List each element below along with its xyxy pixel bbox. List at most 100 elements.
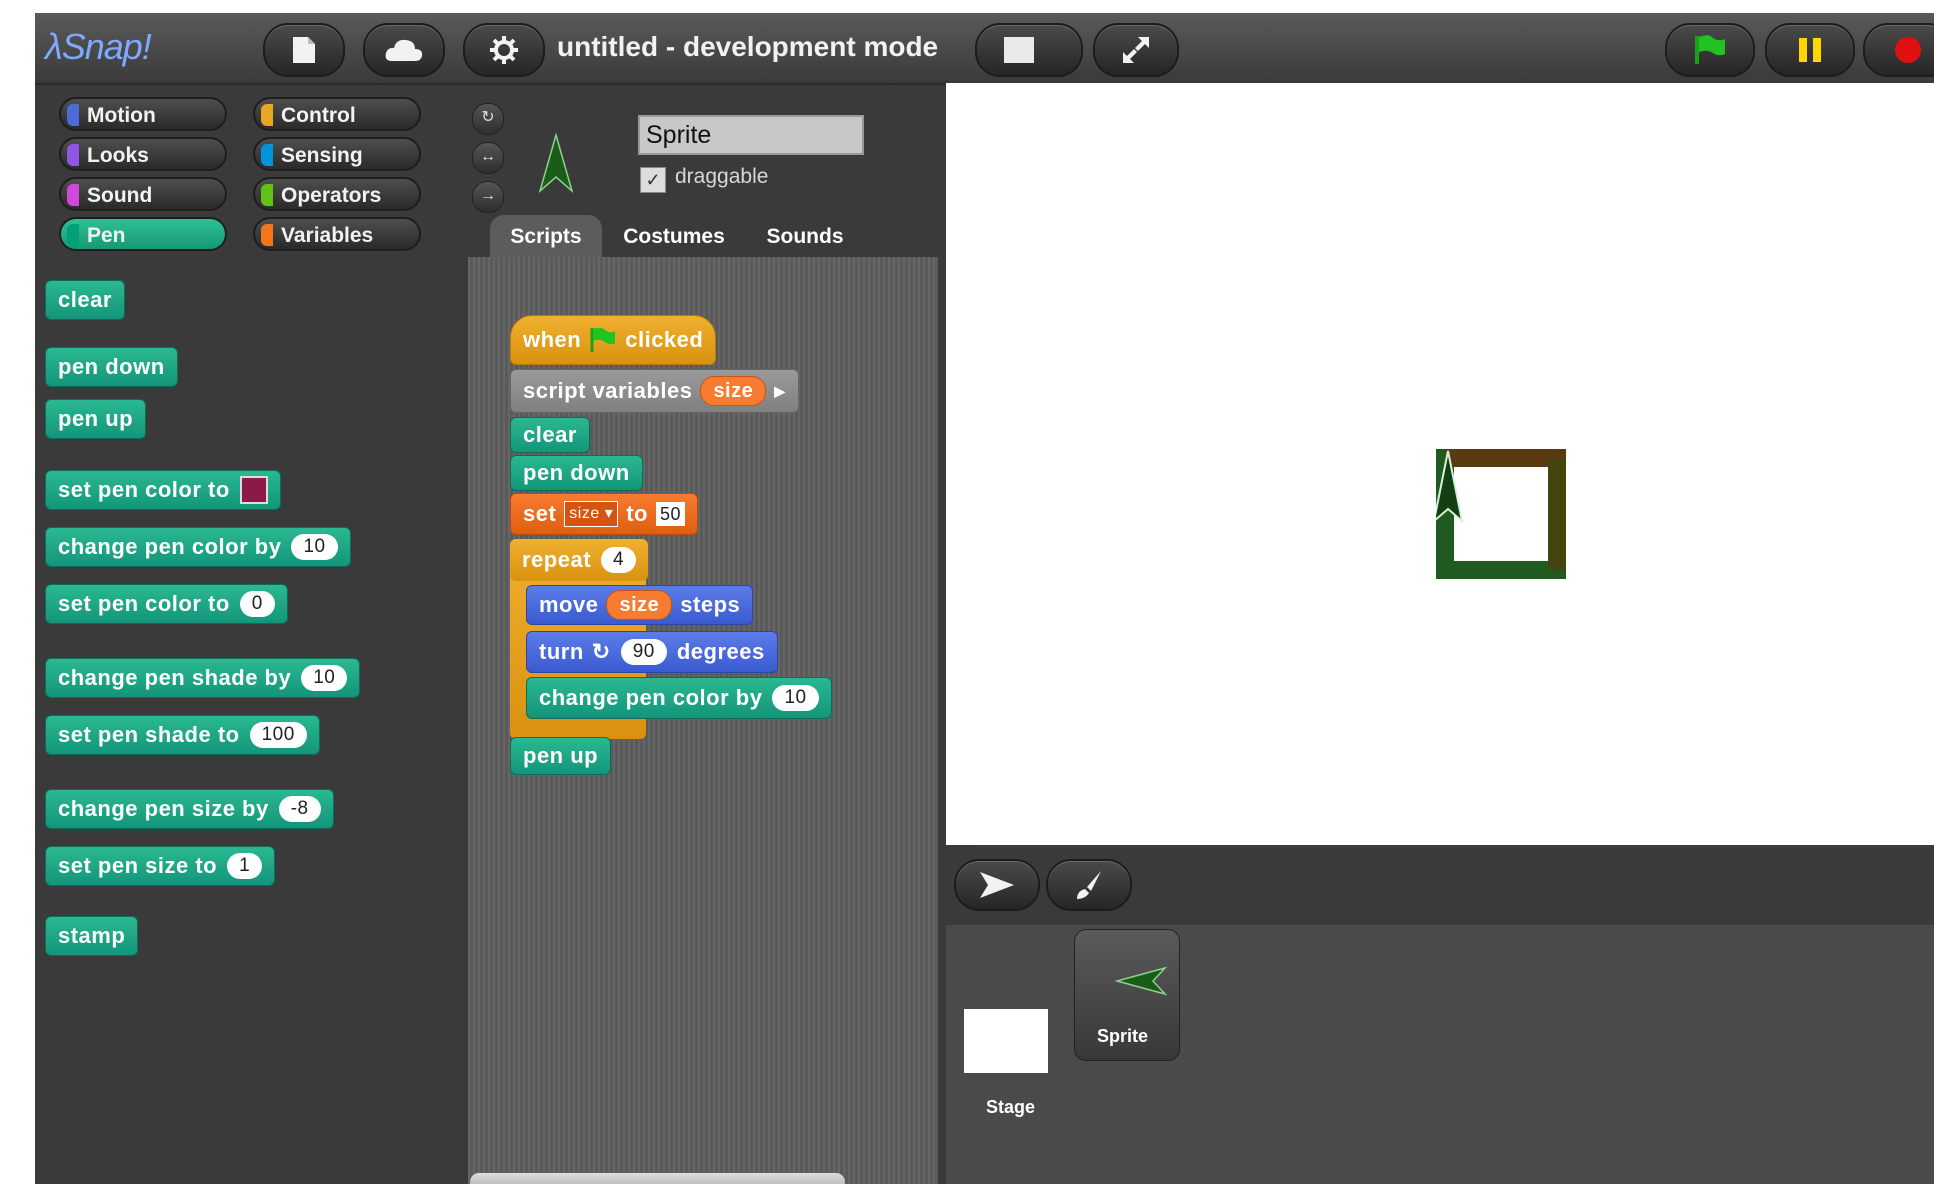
variable-pill[interactable]: size bbox=[700, 376, 767, 406]
block-label: pen down bbox=[523, 460, 630, 485]
green-flag-icon bbox=[1695, 35, 1725, 64]
expand-arrow-icon[interactable]: ▶ bbox=[774, 383, 785, 400]
script-turn-block[interactable]: turn ↻ 90 degrees bbox=[526, 631, 778, 673]
block-label: clear bbox=[523, 422, 577, 447]
value-slot[interactable]: 50 bbox=[656, 502, 686, 526]
repeat-header[interactable]: repeat 4 bbox=[510, 539, 649, 581]
block-pen-up[interactable]: pen up bbox=[45, 399, 147, 439]
block-set-pen-color-swatch[interactable]: set pen color to bbox=[45, 470, 281, 510]
block-label: clear bbox=[58, 287, 112, 312]
stage-thumbnail[interactable] bbox=[964, 1009, 1048, 1073]
paint-new-sprite-button[interactable] bbox=[1046, 859, 1132, 911]
block-pen-down[interactable]: pen down bbox=[45, 347, 178, 387]
tab-scripts[interactable]: Scripts bbox=[490, 215, 602, 259]
stop-button[interactable] bbox=[1863, 23, 1934, 77]
number-slot[interactable]: 100 bbox=[249, 722, 307, 748]
block-label: turn bbox=[539, 639, 584, 664]
rotation-dont-rotate-button[interactable]: → bbox=[472, 181, 504, 213]
category-looks[interactable]: Looks bbox=[59, 137, 227, 171]
dropdown-value: size bbox=[569, 505, 600, 522]
cloud-menu-button[interactable] bbox=[363, 23, 445, 77]
category-operators[interactable]: Operators bbox=[253, 177, 421, 211]
number-slot[interactable]: 90 bbox=[620, 639, 667, 665]
block-set-pen-size[interactable]: set pen size to 1 bbox=[45, 846, 276, 886]
fullscreen-icon bbox=[1123, 37, 1149, 63]
pause-button[interactable] bbox=[1765, 23, 1855, 77]
variable-dropdown[interactable]: size ▾ bbox=[564, 501, 619, 527]
settings-menu-button[interactable] bbox=[463, 23, 545, 77]
block-label: set pen shade to bbox=[58, 722, 240, 747]
color-slot[interactable] bbox=[239, 476, 268, 504]
add-sprite-button[interactable] bbox=[954, 859, 1040, 911]
category-sound[interactable]: Sound bbox=[59, 177, 227, 211]
snap-logo[interactable]: λSnap! bbox=[45, 19, 152, 75]
category-label: Control bbox=[281, 104, 356, 127]
script-change-pen-color-block[interactable]: change pen color by 10 bbox=[526, 677, 832, 719]
pen-square-drawing bbox=[1436, 449, 1566, 579]
stage-size-toggle-button[interactable] bbox=[975, 23, 1083, 77]
sprite-thumbnail[interactable]: Sprite bbox=[1074, 929, 1180, 1061]
block-label: pen up bbox=[523, 743, 599, 768]
number-slot[interactable]: 10 bbox=[301, 665, 348, 691]
block-change-pen-shade[interactable]: change pen shade by 10 bbox=[45, 658, 361, 698]
block-label: move bbox=[539, 592, 599, 617]
block-label: set bbox=[523, 501, 557, 526]
script-clear-block[interactable]: clear bbox=[510, 417, 590, 453]
draggable-checkbox[interactable]: ✓ bbox=[640, 167, 666, 193]
app-mode-button[interactable] bbox=[1093, 23, 1179, 77]
variable-pill[interactable]: size bbox=[606, 590, 673, 620]
category-motion[interactable]: Motion bbox=[59, 97, 227, 131]
script-variables-block[interactable]: script variables size ▶ bbox=[510, 369, 799, 413]
scripts-area[interactable]: when clicked script variables size ▶ cle… bbox=[468, 257, 938, 1184]
category-variables[interactable]: Variables bbox=[253, 217, 421, 251]
block-label: change pen color by bbox=[58, 534, 282, 559]
stop-icon bbox=[1895, 37, 1921, 63]
block-label: when bbox=[523, 327, 582, 352]
block-label: pen up bbox=[58, 406, 134, 431]
number-slot[interactable]: -8 bbox=[278, 796, 321, 822]
sprite-name-field[interactable]: Sprite bbox=[638, 115, 864, 155]
corral-toolbar bbox=[946, 849, 1934, 925]
category-color-swatch bbox=[67, 224, 79, 246]
block-label: set pen size to bbox=[58, 853, 218, 878]
paintbrush-icon bbox=[1077, 871, 1101, 899]
block-set-pen-color-number[interactable]: set pen color to 0 bbox=[45, 584, 288, 624]
block-label: set pen color to bbox=[58, 591, 230, 616]
category-control[interactable]: Control bbox=[253, 97, 421, 131]
project-menu-button[interactable] bbox=[263, 23, 345, 77]
block-stamp[interactable]: stamp bbox=[45, 916, 139, 956]
tab-costumes[interactable]: Costumes bbox=[610, 215, 738, 259]
category-pen[interactable]: Pen bbox=[59, 217, 227, 251]
block-clear[interactable]: clear bbox=[45, 280, 125, 320]
category-label: Motion bbox=[87, 104, 156, 127]
block-change-pen-size[interactable]: change pen size by -8 bbox=[45, 789, 334, 829]
rotation-left-right-button[interactable]: ↔ bbox=[472, 142, 504, 174]
stage[interactable] bbox=[946, 83, 1934, 845]
draggable-label: draggable bbox=[675, 165, 769, 188]
block-label: pen down bbox=[58, 354, 165, 379]
category-label: Variables bbox=[281, 224, 374, 247]
number-slot[interactable]: 10 bbox=[772, 685, 819, 711]
script-move-block[interactable]: move size steps bbox=[526, 585, 754, 625]
category-color-swatch bbox=[261, 184, 273, 206]
category-color-swatch bbox=[261, 224, 273, 246]
pause-icon bbox=[1799, 38, 1821, 62]
script-pen-up-block[interactable]: pen up bbox=[510, 737, 612, 775]
scripts-horizontal-scrollbar[interactable] bbox=[470, 1173, 845, 1184]
category-sensing[interactable]: Sensing bbox=[253, 137, 421, 171]
script-pen-down-block[interactable]: pen down bbox=[510, 455, 643, 491]
block-label: stamp bbox=[58, 923, 126, 948]
number-slot[interactable]: 10 bbox=[291, 534, 338, 560]
tab-sounds[interactable]: Sounds bbox=[745, 215, 865, 259]
script-set-variable-block[interactable]: set size ▾ to 50 bbox=[510, 493, 699, 535]
number-slot[interactable]: 4 bbox=[601, 547, 637, 573]
block-set-pen-shade[interactable]: set pen shade to 100 bbox=[45, 715, 320, 755]
when-flag-clicked-hat-block[interactable]: when clicked bbox=[510, 315, 717, 365]
block-change-pen-color[interactable]: change pen color by 10 bbox=[45, 527, 351, 567]
number-slot[interactable]: 1 bbox=[227, 853, 263, 879]
green-flag-button[interactable] bbox=[1665, 23, 1755, 77]
block-label: change pen size by bbox=[58, 796, 269, 821]
rotation-can-rotate-button[interactable]: ↻ bbox=[472, 103, 504, 135]
number-slot[interactable]: 0 bbox=[239, 591, 275, 617]
category-label: Sensing bbox=[281, 144, 363, 167]
